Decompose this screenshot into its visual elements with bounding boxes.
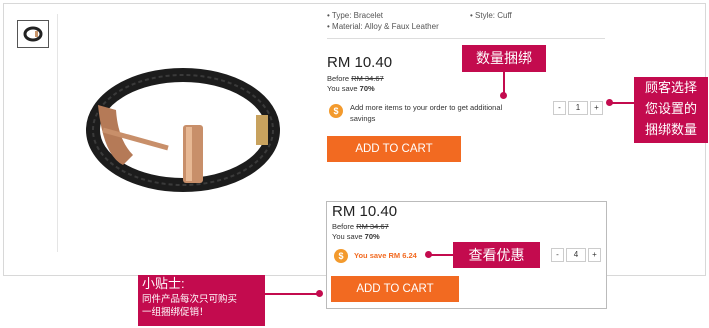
bundle-savings-note: You save RM 6.24 [354,251,417,260]
product-thumbnail[interactable] [17,20,49,48]
product-image [78,60,288,210]
bundle-quantity-stepper[interactable]: - 4 + [551,248,603,262]
bundle-price: RM 10.40 [332,203,398,220]
callout-line-bundle [503,72,505,94]
callout-tip: 小贴士: 同件产品每次只可购买 一组捆绑促销！ [138,275,265,326]
increment-button[interactable]: + [590,101,603,115]
callout-line-tip [265,293,319,295]
gallery-divider [57,14,58,252]
callout-bundle-quantity: 数量捆绑 [462,45,546,72]
spec-style: • Style: Cuff [470,11,512,20]
before-price: Before RM 34.67 [327,74,384,83]
callout-view-discount: 查看优惠 [453,242,540,268]
callout-dot-customer [606,99,613,106]
callout-line-customer [611,102,635,104]
add-to-cart-button[interactable]: ADD TO CART [327,136,461,162]
decrement-button[interactable]: - [553,101,566,115]
quantity-stepper[interactable]: - 1 + [553,101,605,115]
callout-customer-choice: 顾客选择 您设置的 捆绑数量 [634,77,708,143]
bracelet-thumbnail-icon [23,26,43,42]
bundle-increment-button[interactable]: + [588,248,601,262]
callout-line-view [430,254,454,256]
quantity-value[interactable]: 1 [568,101,588,115]
savings-text: You save 70% [327,84,375,93]
bundle-coin-icon: $ [334,249,348,263]
spec-material: • Material: Alloy & Faux Leather [327,22,439,31]
spec-divider [327,38,605,39]
bundle-note: Add more items to your order to get addi… [350,103,503,123]
coin-icon: $ [329,104,343,118]
callout-dot-tip [316,290,323,297]
bundle-quantity-value[interactable]: 4 [566,248,586,262]
callout-dot-bundle [500,92,507,99]
callout-dot-view [425,251,432,258]
spec-type: • Type: Bracelet [327,11,384,20]
bundle-add-to-cart-button[interactable]: ADD TO CART [331,276,459,302]
anchor-bracelet-image [86,68,280,192]
bundle-savings-text: You save 70% [332,232,380,241]
price: RM 10.40 [327,54,393,71]
bundle-before-price: Before RM 34.67 [332,222,389,231]
bundle-decrement-button[interactable]: - [551,248,564,262]
